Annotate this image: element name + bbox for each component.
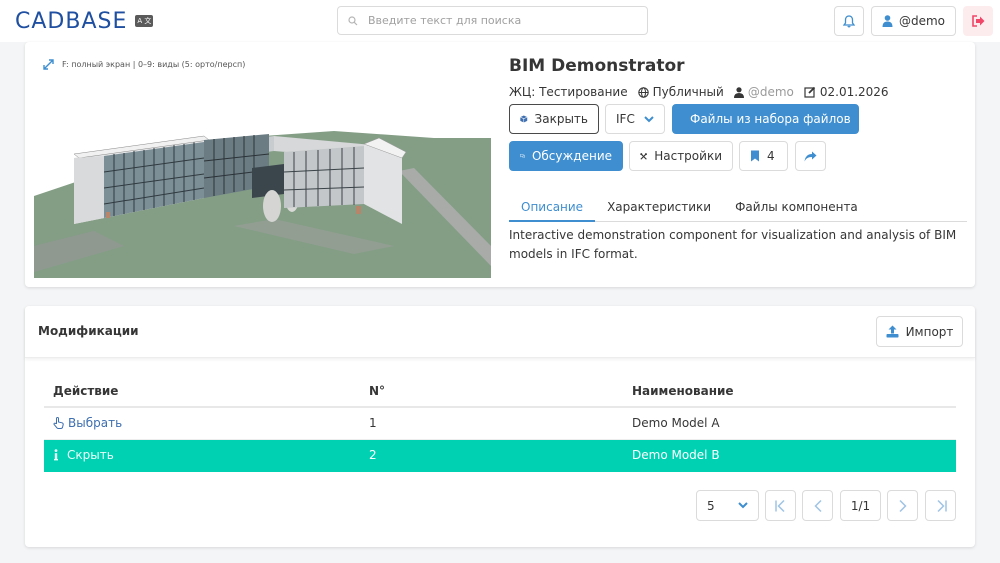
next-page-button[interactable] [887,490,918,521]
import-label: Импорт [905,324,954,339]
chevron-down-icon [644,115,654,122]
format-select-value: IFC [616,112,635,126]
import-button[interactable]: Импорт [876,316,963,347]
category-label: ЖЦ: Тестирование [509,85,628,99]
first-page-button[interactable] [765,490,796,521]
column-name: Наименование [623,375,956,408]
component-tabs: Описание Характеристики Файлы компонента [509,198,967,222]
share-button[interactable] [795,141,826,171]
bell-icon [843,14,855,27]
user-icon [733,86,744,98]
select-action-link[interactable]: Выбрать [53,416,360,430]
logout-button[interactable] [963,6,993,36]
cadbase-logo[interactable]: CADBASE A 文 [15,6,154,36]
number-cell: 1 [360,407,623,440]
tab-component-files[interactable]: Файлы компонента [723,198,870,222]
edit-date-icon [804,86,815,98]
fileset-files-button[interactable]: Файлы из набора файлов [672,104,859,134]
hand-pointer-icon [53,417,64,430]
chevron-left-icon [813,499,822,512]
chevron-down-icon [738,502,748,509]
action-cell: Выбрать [44,407,360,440]
chevron-right-icon [898,499,907,512]
user-label: @demo [898,14,946,28]
action-cell: Скрыть [44,439,360,472]
user-icon [882,15,893,27]
component-info: BIM Demonstrator ЖЦ: Тестирование Публич… [509,54,967,261]
discussion-button[interactable]: Обсуждение [509,141,623,171]
last-page-icon [936,499,947,512]
share-icon [804,151,817,161]
tab-description[interactable]: Описание [509,198,596,222]
close-button-label: Закрыть [534,112,588,126]
notifications-button[interactable] [834,6,864,36]
info-icon [54,449,58,461]
fileset-files-label: Файлы из набора файлов [690,112,851,126]
first-page-icon [774,499,785,512]
component-description: Interactive demonstration component for … [509,228,957,261]
component-card: F: полный экран | 0–9: виды (5: орто/пер… [25,42,975,287]
discussion-label: Обсуждение [531,149,612,163]
page-size-select[interactable]: 5 [696,490,759,521]
previous-page-button[interactable] [802,490,833,521]
search-box[interactable] [337,6,648,35]
logout-icon [971,15,984,27]
comments-icon [520,154,525,159]
expand-icon[interactable] [43,58,54,70]
component-title: BIM Demonstrator [509,56,685,76]
hide-action-label: Скрыть [67,448,114,462]
format-select[interactable]: IFC [605,104,665,134]
owner-item[interactable]: @demo [733,85,794,99]
globe-icon [637,86,649,98]
user-menu-button[interactable]: @demo [871,6,956,36]
model-viewer[interactable]: F: полный экран | 0–9: виды (5: орто/пер… [34,54,491,278]
page-indicator: 1/1 [840,490,881,521]
bookmarks-button[interactable]: 4 [739,141,788,171]
bookmark-icon [751,150,759,162]
number-cell: 2 [360,439,623,472]
top-navbar: CADBASE A 文 @demo [0,0,1000,42]
date-item: 02.01.2026 [804,85,889,99]
hide-action-link[interactable]: Скрыть [53,448,360,462]
upload-icon [886,325,899,338]
owner-link[interactable]: @demo [748,85,794,99]
visibility-label: Публичный [652,85,724,99]
component-meta: ЖЦ: Тестирование Публичный @demo 02.01.2… [509,84,967,100]
name-cell: Demo Model B [623,439,956,472]
tab-characteristics[interactable]: Характеристики [595,198,723,222]
cube-icon [520,115,528,123]
table-row-selected[interactable]: Скрыть 2 Demo Model B [44,439,956,472]
name-cell: Demo Model A [623,407,956,440]
table-row[interactable]: Выбрать 1 Demo Model A [44,407,956,440]
last-page-button[interactable] [925,490,956,521]
tools-icon [640,152,647,160]
modifications-table: Действие N° Наименование Выбрать 1 Demo … [44,375,956,472]
column-action: Действие [44,375,360,408]
settings-button[interactable]: Настройки [629,141,733,171]
bim-model-scene[interactable] [34,76,491,278]
page-size-value: 5 [707,498,715,513]
search-input[interactable] [367,14,647,27]
visibility-item: Публичный [637,85,724,99]
modifications-title: Модификации [38,324,139,338]
close-button[interactable]: Закрыть [509,104,599,134]
select-action-label: Выбрать [68,416,123,431]
search-icon [348,15,358,25]
viewer-hint: F: полный экран | 0–9: виды (5: орто/пер… [34,54,491,74]
logo-text: CADBASE [15,8,128,34]
language-switch-icon[interactable]: A 文 [135,15,154,27]
date-label: 02.01.2026 [819,85,889,99]
bookmarks-count: 4 [767,149,775,163]
modifications-header: Модификации Импорт [25,306,975,358]
modifications-card: Модификации Импорт Действие N° Наименова… [25,306,975,547]
table-header-row: Действие N° Наименование [44,375,956,408]
settings-label: Настройки [654,149,722,163]
viewer-hint-text: F: полный экран | 0–9: виды (5: орто/пер… [62,59,246,69]
column-number: N° [360,375,623,408]
